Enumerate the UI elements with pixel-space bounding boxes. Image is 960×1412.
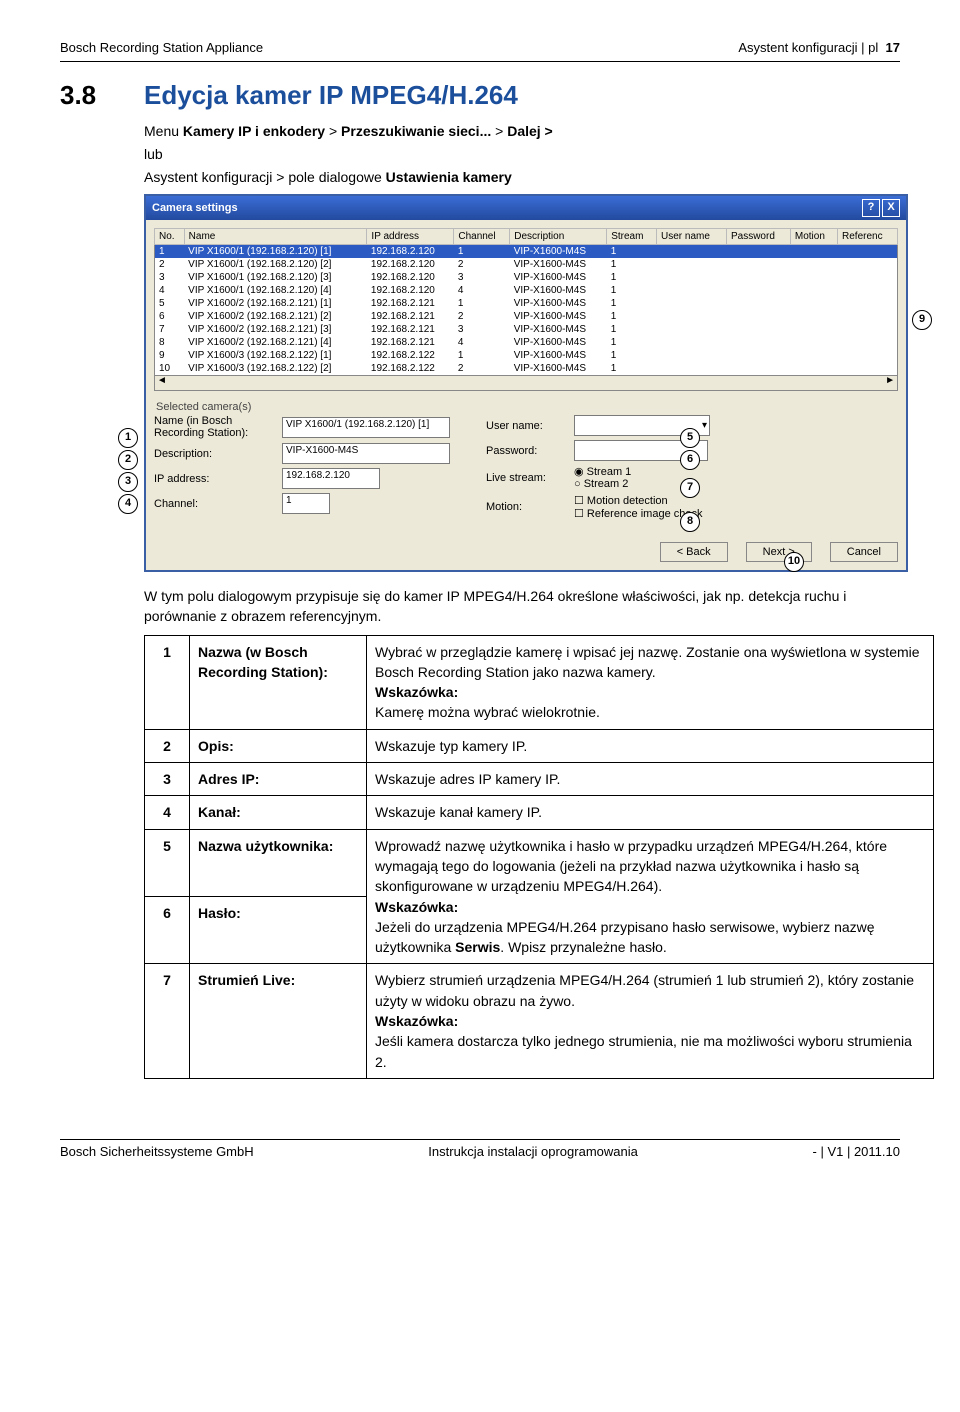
intro-paragraph: W tym polu dialogowym przypisuje się do … [144, 586, 900, 627]
label-channel: Channel: [154, 498, 274, 510]
chk-motion[interactable]: Motion detection [574, 495, 668, 507]
description-table: 1Nazwa (w Bosch Recording Station):Wybra… [144, 635, 934, 1079]
dialog-titlebar: Camera settings ? X [146, 196, 906, 220]
label-ip: IP address: [154, 473, 274, 485]
input-channel[interactable]: 1 [282, 493, 330, 514]
callout-2: 2 [118, 450, 138, 470]
callout-8: 8 [680, 512, 700, 532]
callout-7: 7 [680, 478, 700, 498]
label-user: User name: [486, 420, 566, 432]
menu-path-1: Menu Kamery IP i enkodery > Przeszukiwan… [144, 121, 900, 142]
callout-9: 9 [912, 310, 932, 330]
callout-5: 5 [680, 428, 700, 448]
camera-table[interactable]: No.NameIP addressChannelDescriptionStrea… [154, 228, 898, 376]
menu-path-2: Asystent konfiguracji > pole dialogowe U… [144, 167, 900, 188]
back-button[interactable]: < Back [660, 542, 728, 562]
label-pass: Password: [486, 445, 566, 457]
input-desc[interactable]: VIP-X1600-M4S [282, 443, 450, 464]
callout-4: 4 [118, 494, 138, 514]
table-scrollbar[interactable] [154, 376, 898, 391]
label-live: Live stream: [486, 472, 566, 484]
callout-3: 3 [118, 472, 138, 492]
callout-10: 10 [784, 552, 804, 572]
footer-left: Bosch Sicherheitssysteme GmbH [60, 1144, 254, 1159]
section-title: Edycja kamer IP MPEG4/H.264 [144, 80, 518, 111]
top-rule [60, 61, 900, 62]
radio-stream2[interactable]: Stream 2 [574, 478, 628, 490]
callout-6: 6 [680, 450, 700, 470]
doc-title-left: Bosch Recording Station Appliance [60, 40, 263, 55]
footer-right: - | V1 | 2011.10 [813, 1144, 900, 1159]
input-name[interactable]: VIP X1600/1 (192.168.2.120) [1] [282, 417, 450, 438]
cancel-button[interactable]: Cancel [830, 542, 898, 562]
menu-path-or: lub [144, 144, 900, 165]
label-name: Name (in Bosch Recording Station): [154, 415, 274, 439]
footer-mid: Instrukcja instalacji oprogramowania [428, 1144, 638, 1159]
chevron-down-icon: ▾ [702, 420, 707, 431]
input-ip[interactable]: 192.168.2.120 [282, 468, 380, 489]
radio-stream1[interactable]: Stream 1 [574, 466, 631, 478]
section-number: 3.8 [60, 80, 108, 111]
label-motion: Motion: [486, 501, 566, 513]
close-icon[interactable]: X [882, 199, 900, 217]
doc-title-right: Asystent konfiguracji | pl 17 [738, 40, 900, 55]
selected-header: Selected camera(s) [156, 401, 898, 413]
label-desc: Description: [154, 448, 274, 460]
callout-1: 1 [118, 428, 138, 448]
dialog-screenshot: Camera settings ? X No.NameIP addressCha… [144, 194, 900, 572]
help-icon[interactable]: ? [862, 199, 880, 217]
